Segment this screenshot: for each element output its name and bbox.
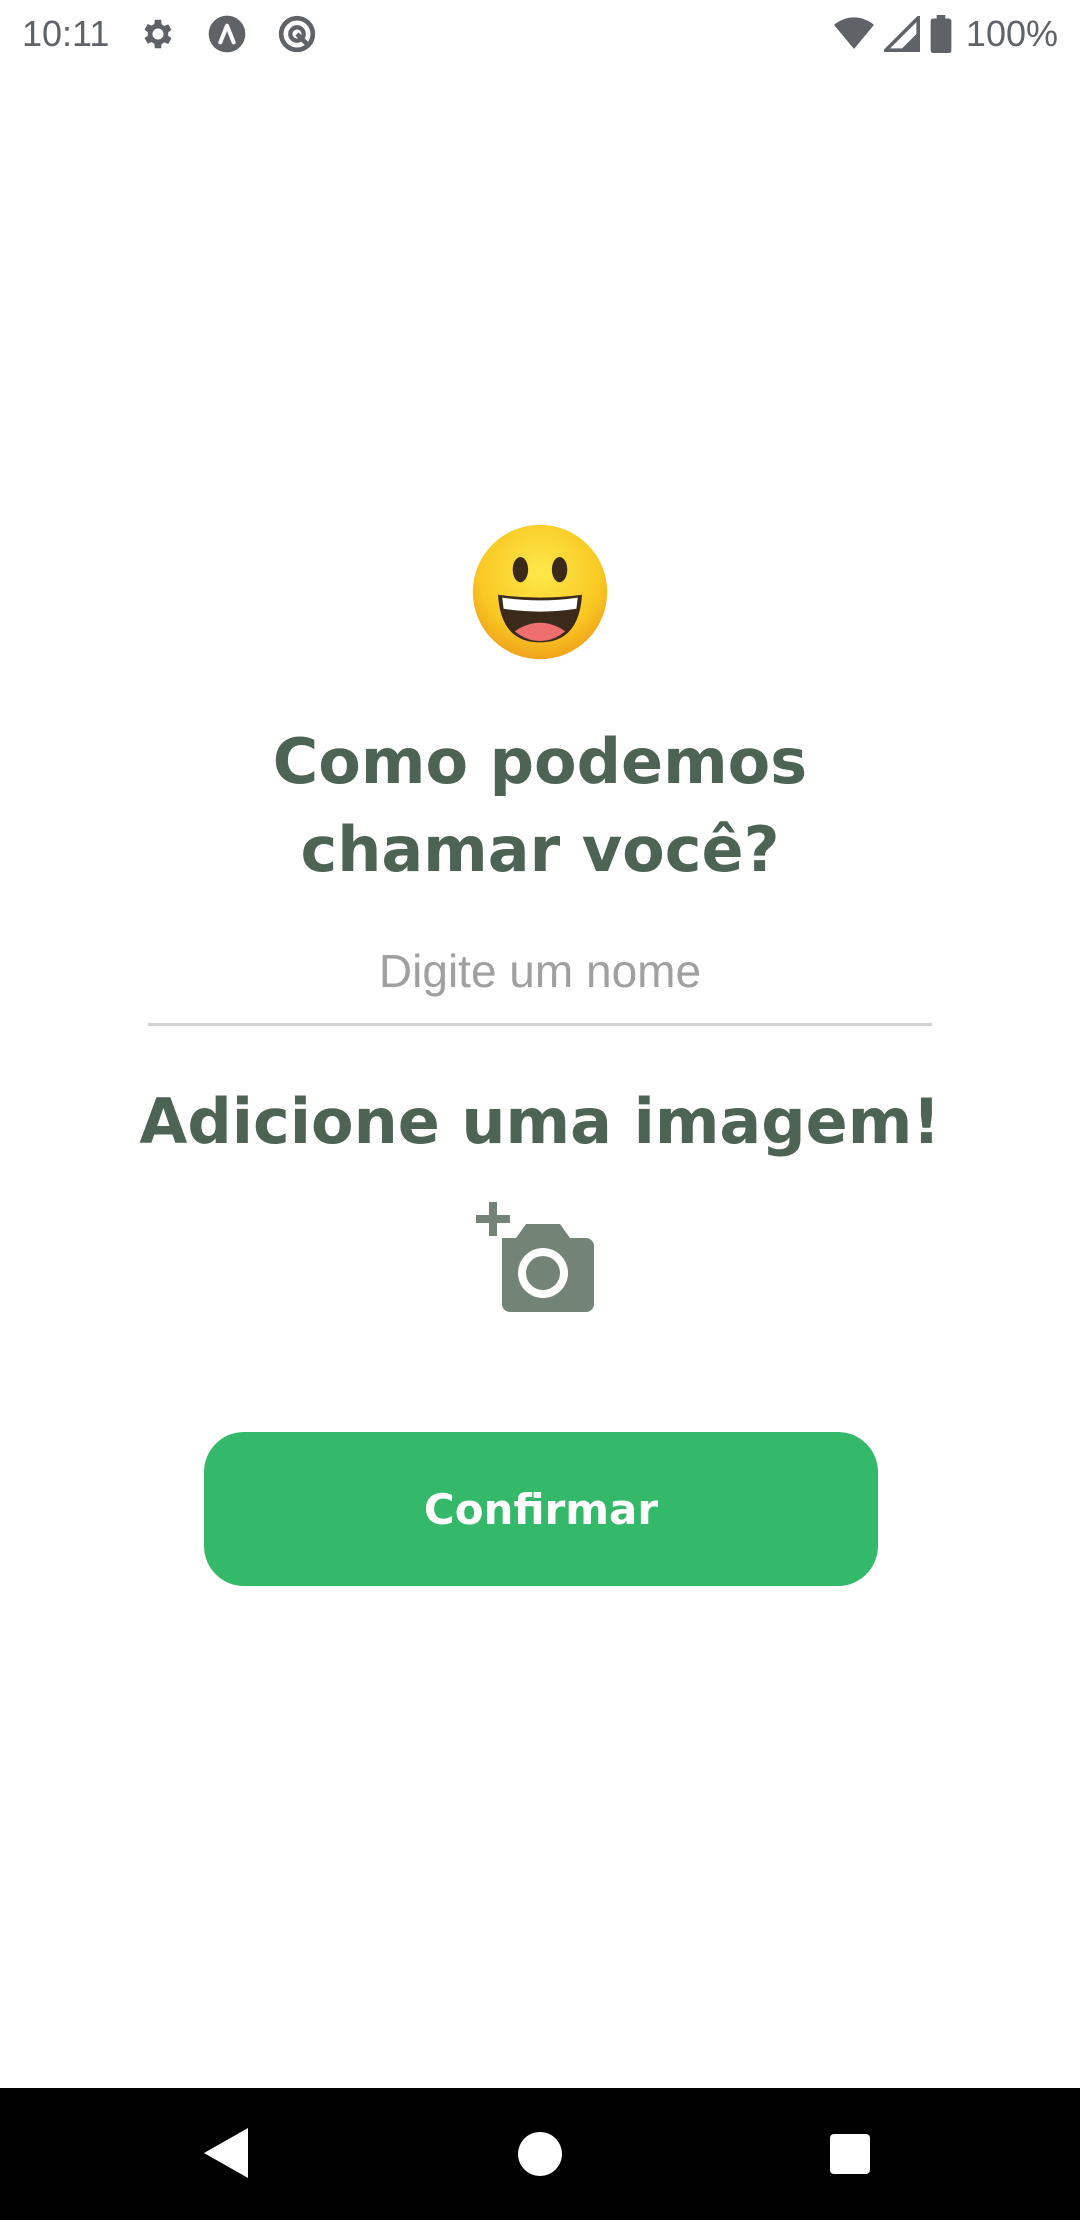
name-input[interactable] <box>148 918 932 1026</box>
add-image-title: Adicione uma imagem! <box>139 1085 941 1158</box>
confirm-button[interactable]: Confirmar <box>204 1432 878 1586</box>
add-a-photo-icon[interactable] <box>474 1200 604 1316</box>
name-setup-screen: Como podemos chamar você? Adicione uma i… <box>0 0 1080 2088</box>
title-line-2: chamar você? <box>300 813 780 886</box>
grinning-face-icon <box>470 522 610 662</box>
page-title: Como podemos chamar você? <box>0 718 1080 894</box>
title-line-1: Como podemos <box>272 725 808 798</box>
back-icon[interactable] <box>204 2128 248 2178</box>
home-icon[interactable] <box>518 2132 562 2176</box>
navigation-bar <box>0 2088 1080 2220</box>
recent-apps-icon[interactable] <box>830 2134 870 2174</box>
